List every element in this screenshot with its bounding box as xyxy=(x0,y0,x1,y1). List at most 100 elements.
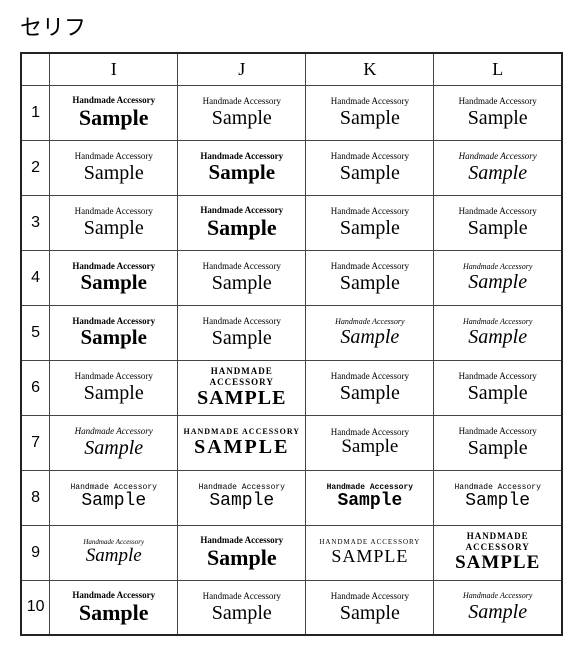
cell-top-text: HANDMADE ACCESSORY xyxy=(180,366,303,388)
cell-bottom-text: Sample xyxy=(52,106,175,130)
table-cell: Handmade AccessorySample xyxy=(178,525,306,580)
cell-top-text: Handmade Accessory xyxy=(52,426,175,437)
cell-bottom-text: Sample xyxy=(308,107,431,129)
table-cell: Handmade AccessorySample xyxy=(50,195,178,250)
table-cell: Handmade AccessorySample xyxy=(306,140,434,195)
font-table: I J K L 1Handmade AccessorySampleHandmad… xyxy=(20,52,563,636)
table-cell: Handmade AccessorySample xyxy=(306,470,434,525)
table-cell: Handmade AccessorySample xyxy=(306,415,434,470)
cell-bottom-text: Sample xyxy=(52,492,175,512)
table-cell: Handmade AccessorySample xyxy=(50,415,178,470)
cell-bottom-text: Sample xyxy=(436,382,559,404)
cell-top-text: Handmade Accessory xyxy=(436,426,559,437)
table-cell: Handmade AccessorySample xyxy=(50,360,178,415)
row-number: 6 xyxy=(21,360,50,415)
cell-top-text: Handmade Accessory xyxy=(436,591,559,601)
col-header-L: L xyxy=(434,53,562,85)
cell-bottom-text: Sample xyxy=(52,271,175,294)
table-cell: Handmade AccessorySample xyxy=(178,85,306,140)
cell-bottom-text: SAMPLE xyxy=(180,387,303,409)
table-cell: HANDMADE ACCESSORYSAMPLE xyxy=(306,525,434,580)
cell-top-text: Handmade Accessory xyxy=(308,591,431,602)
row-number: 7 xyxy=(21,415,50,470)
page-title: セリフ xyxy=(20,10,563,42)
row-number: 9 xyxy=(21,525,50,580)
table-cell: Handmade AccessorySample xyxy=(178,140,306,195)
row-number: 10 xyxy=(21,580,50,635)
table-cell: Handmade AccessorySample xyxy=(434,250,562,305)
cell-bottom-text: Sample xyxy=(180,602,303,624)
cell-bottom-text: Sample xyxy=(52,162,175,184)
cell-top-text: Handmade Accessory xyxy=(180,261,303,272)
cell-bottom-text: Sample xyxy=(180,327,303,349)
cell-top-text: Handmade Accessory xyxy=(436,206,559,217)
cell-bottom-text: Sample xyxy=(308,382,431,404)
row-number: 3 xyxy=(21,195,50,250)
cell-top-text: Handmade Accessory xyxy=(180,96,303,107)
cell-bottom-text: SAMPLE xyxy=(436,553,559,574)
cell-bottom-text: Sample xyxy=(308,272,431,294)
cell-top-text: Handmade Accessory xyxy=(308,317,431,327)
cell-bottom-text: Sample xyxy=(436,217,559,239)
table-row: 1Handmade AccessorySampleHandmade Access… xyxy=(21,85,562,140)
table-cell: Handmade AccessorySample xyxy=(434,305,562,360)
col-header-J: J xyxy=(178,53,306,85)
cell-bottom-text: Sample xyxy=(308,492,431,512)
table-cell: Handmade AccessorySample xyxy=(434,360,562,415)
cell-bottom-text: Sample xyxy=(180,161,303,184)
table-cell: Handmade AccessorySample xyxy=(306,305,434,360)
cell-top-text: Handmade Accessory xyxy=(436,371,559,382)
table-cell: Handmade AccessorySample xyxy=(50,305,178,360)
table-row: 2Handmade AccessorySampleHandmade Access… xyxy=(21,140,562,195)
table-cell: HANDMADE ACCESSORYSAMPLE xyxy=(178,360,306,415)
cell-bottom-text: Sample xyxy=(436,107,559,129)
cell-bottom-text: Sample xyxy=(52,437,175,459)
cell-bottom-text: Sample xyxy=(52,382,175,404)
row-number: 2 xyxy=(21,140,50,195)
cell-bottom-text: Sample xyxy=(436,492,559,512)
table-cell: Handmade AccessorySample xyxy=(178,195,306,250)
table-row: 4Handmade AccessorySampleHandmade Access… xyxy=(21,250,562,305)
cell-top-text: Handmade Accessory xyxy=(52,151,175,162)
row-number: 5 xyxy=(21,305,50,360)
table-row: 5Handmade AccessorySampleHandmade Access… xyxy=(21,305,562,360)
table-cell: Handmade AccessorySample xyxy=(434,195,562,250)
table-cell: Handmade AccessorySample xyxy=(434,140,562,195)
table-row: 3Handmade AccessorySampleHandmade Access… xyxy=(21,195,562,250)
table-cell: Handmade AccessorySample xyxy=(306,360,434,415)
row-number: 8 xyxy=(21,470,50,525)
cell-bottom-text: Sample xyxy=(180,272,303,294)
cell-top-text: Handmade Accessory xyxy=(52,206,175,217)
col-header-empty xyxy=(21,53,50,85)
table-cell: HANDMADE ACCESSORYSAMPLE xyxy=(178,415,306,470)
cell-top-text: Handmade Accessory xyxy=(180,591,303,602)
cell-bottom-text: Sample xyxy=(52,601,175,625)
table-cell: Handmade AccessorySample xyxy=(178,250,306,305)
table-cell: Handmade AccessorySample xyxy=(434,470,562,525)
cell-top-text: Handmade Accessory xyxy=(436,262,559,272)
cell-top-text: Handmade Accessory xyxy=(52,371,175,382)
table-row: 9Handmade AccessorySampleHandmade Access… xyxy=(21,525,562,580)
cell-bottom-text: Sample xyxy=(308,602,431,624)
cell-top-text: Handmade Accessory xyxy=(180,316,303,327)
cell-top-text: Handmade Accessory xyxy=(436,96,559,107)
table-cell: Handmade AccessorySample xyxy=(50,580,178,635)
table-cell: Handmade AccessorySample xyxy=(50,140,178,195)
cell-top-text: Handmade Accessory xyxy=(308,206,431,217)
cell-bottom-text: Sample xyxy=(308,162,431,184)
table-row: 10Handmade AccessorySampleHandmade Acces… xyxy=(21,580,562,635)
col-header-I: I xyxy=(50,53,178,85)
cell-bottom-text: Sample xyxy=(308,437,431,458)
table-cell: Handmade AccessorySample xyxy=(306,580,434,635)
table-cell: Handmade AccessorySample xyxy=(50,470,178,525)
cell-top-text: Handmade Accessory xyxy=(436,151,559,162)
col-header-K: K xyxy=(306,53,434,85)
table-cell: HANDMADE ACCESSORYSAMPLE xyxy=(434,525,562,580)
cell-bottom-text: Sample xyxy=(180,546,303,570)
row-number: 1 xyxy=(21,85,50,140)
cell-bottom-text: Sample xyxy=(436,437,559,459)
cell-top-text: Handmade Accessory xyxy=(308,96,431,107)
table-cell: Handmade AccessorySample xyxy=(50,250,178,305)
cell-top-text: Handmade Accessory xyxy=(308,261,431,272)
table-cell: Handmade AccessorySample xyxy=(306,85,434,140)
